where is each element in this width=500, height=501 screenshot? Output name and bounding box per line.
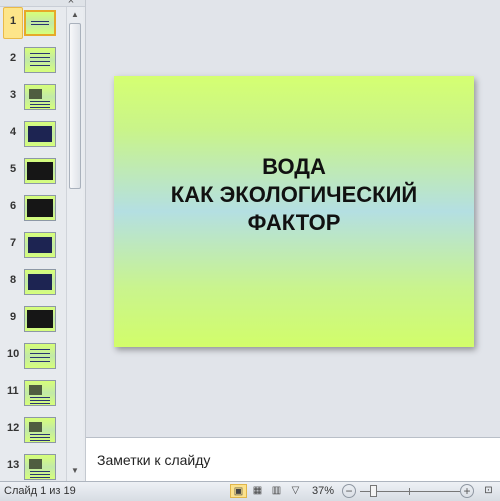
slide-thumbnail-list: 1 2 3 4 5 6 7 8 9 10 11 12 13: [0, 7, 66, 481]
thumbnail-picture: [29, 385, 42, 395]
fit-slide-icon[interactable]: ⊡: [481, 484, 496, 498]
thumbnail-text-line: [30, 107, 50, 108]
scrollbar-thumb[interactable]: [69, 23, 81, 189]
thumbnail-text-line: [30, 57, 50, 58]
slide-thumbnail[interactable]: [24, 10, 56, 36]
slide-thumbnail[interactable]: [24, 232, 56, 258]
thumbnail-text-line: [30, 477, 50, 478]
thumbnail-text-line: [30, 474, 50, 475]
thumbnail-number: 12: [7, 422, 20, 434]
thumbnail-content: [27, 162, 53, 180]
current-slide[interactable]: ВОДА КАК ЭКОЛОГИЧЕСКИЙ ФАКТОР: [114, 76, 474, 347]
slide-sorter-view-icon[interactable]: ▦: [249, 484, 266, 498]
thumbnail-number: 5: [10, 163, 17, 175]
thumbnail-number: 10: [7, 348, 20, 360]
reading-view-icon[interactable]: ▥: [268, 484, 285, 498]
thumbnail-text-line: [30, 53, 50, 54]
slideshow-view-icon[interactable]: ▽: [287, 484, 304, 498]
thumbnail-number: 3: [10, 89, 17, 101]
scroll-down-arrow-icon[interactable]: ▼: [67, 463, 83, 479]
thumbnail-text-line: [30, 434, 50, 435]
slide-thumbnail-row[interactable]: 11: [0, 377, 66, 411]
slide-thumbnail[interactable]: [24, 84, 56, 110]
thumbnail-text-line: [30, 397, 50, 398]
thumbnail-text-line: [31, 21, 49, 22]
thumbnail-number: 9: [10, 311, 17, 323]
thumbnail-text-line: [30, 400, 50, 401]
slide-thumbnail-row[interactable]: 10: [0, 340, 66, 374]
scroll-up-arrow-icon[interactable]: ▲: [67, 7, 83, 23]
slide-thumbnail-row[interactable]: 12: [0, 414, 66, 448]
slide-thumbnail-row[interactable]: 3: [0, 81, 66, 115]
slide-thumbnail[interactable]: [24, 417, 56, 443]
status-bar: Слайд 1 из 19 ▣ ▦ ▥ ▽ 37% − + ⊡: [0, 481, 500, 501]
thumbnail-number: 4: [10, 126, 17, 138]
thumbnail-text-line: [30, 471, 50, 472]
thumbnail-text-line: [30, 61, 50, 62]
slide-thumbnail[interactable]: [24, 343, 56, 369]
thumbnail-picture: [29, 89, 42, 99]
slide-thumbnail[interactable]: [24, 454, 56, 480]
slide-title-line1: ВОДА: [262, 154, 326, 179]
zoom-in-icon[interactable]: +: [460, 484, 474, 498]
thumbnail-content: [27, 310, 53, 328]
slide-thumbnail[interactable]: [24, 195, 56, 221]
slide-thumbnail[interactable]: [24, 47, 56, 73]
thumbnail-picture: [29, 422, 42, 432]
thumbnail-number: 11: [7, 385, 19, 397]
thumbnail-text-line: [30, 403, 50, 404]
slide-editing-area: ВОДА КАК ЭКОЛОГИЧЕСКИЙ ФАКТОР: [86, 0, 500, 437]
thumbnail-text-line: [30, 349, 50, 350]
slide-thumbnail-row[interactable]: 2: [0, 44, 66, 78]
slide-thumbnail-row[interactable]: 6: [0, 192, 66, 226]
zoom-center-tick: [409, 488, 410, 495]
notes-pane[interactable]: Заметки к слайду: [86, 437, 500, 482]
thumbnail-text-line: [30, 437, 50, 438]
thumbnail-number: 7: [10, 237, 17, 249]
thumbnail-number: 1: [10, 15, 17, 27]
slide-thumbnail-row[interactable]: 1: [0, 7, 66, 41]
slide-thumbnail-row[interactable]: 13: [0, 451, 66, 481]
thumbnail-number: 2: [10, 52, 17, 64]
thumbnail-number: 8: [10, 274, 17, 286]
slide-thumbnail-row[interactable]: 4: [0, 118, 66, 152]
slides-pane: × 1 2 3 4 5 6 7 8 9 10 11 12 13 ▲ ▼: [0, 0, 86, 481]
slide-thumbnail-row[interactable]: 7: [0, 229, 66, 263]
zoom-level[interactable]: 37%: [312, 485, 334, 497]
slide-title-line3: ФАКТОР: [247, 210, 341, 235]
thumbnail-text-line: [31, 24, 49, 25]
slide-counter: Слайд 1 из 19: [4, 485, 76, 497]
thumbnail-text-line: [30, 101, 50, 102]
zoom-out-icon[interactable]: −: [342, 484, 356, 498]
slide-thumbnail[interactable]: [24, 158, 56, 184]
thumbnail-text-line: [30, 353, 50, 354]
thumbnail-number: 6: [10, 200, 17, 212]
slide-thumbnail[interactable]: [24, 380, 56, 406]
thumbnail-content: [28, 237, 52, 253]
thumbnail-text-line: [30, 357, 50, 358]
thumbnail-content: [27, 199, 53, 217]
slide-thumbnail[interactable]: [24, 121, 56, 147]
normal-view-icon[interactable]: ▣: [230, 484, 247, 498]
thumbnail-scrollbar[interactable]: ▲ ▼: [66, 7, 83, 481]
thumbnail-text-line: [30, 361, 50, 362]
thumbnail-text-line: [30, 104, 50, 105]
notes-placeholder: Заметки к слайду: [97, 452, 211, 468]
thumbnail-text-line: [30, 65, 50, 66]
slide-title[interactable]: ВОДА КАК ЭКОЛОГИЧЕСКИЙ ФАКТОР: [114, 153, 474, 237]
thumbnail-picture: [29, 459, 42, 469]
slide-thumbnail-row[interactable]: 5: [0, 155, 66, 189]
zoom-slider-handle[interactable]: [370, 485, 377, 497]
slide-title-line2: КАК ЭКОЛОГИЧЕСКИЙ: [170, 182, 418, 207]
thumbnail-text-line: [30, 440, 50, 441]
close-pane-icon[interactable]: ×: [64, 0, 78, 7]
thumbnail-content: [28, 126, 52, 142]
thumbnail-content: [28, 274, 52, 290]
thumbnail-number: 13: [7, 459, 20, 471]
slide-thumbnail-row[interactable]: 9: [0, 303, 66, 337]
slide-thumbnail[interactable]: [24, 306, 56, 332]
slide-thumbnail-row[interactable]: 8: [0, 266, 66, 300]
slide-thumbnail[interactable]: [24, 269, 56, 295]
